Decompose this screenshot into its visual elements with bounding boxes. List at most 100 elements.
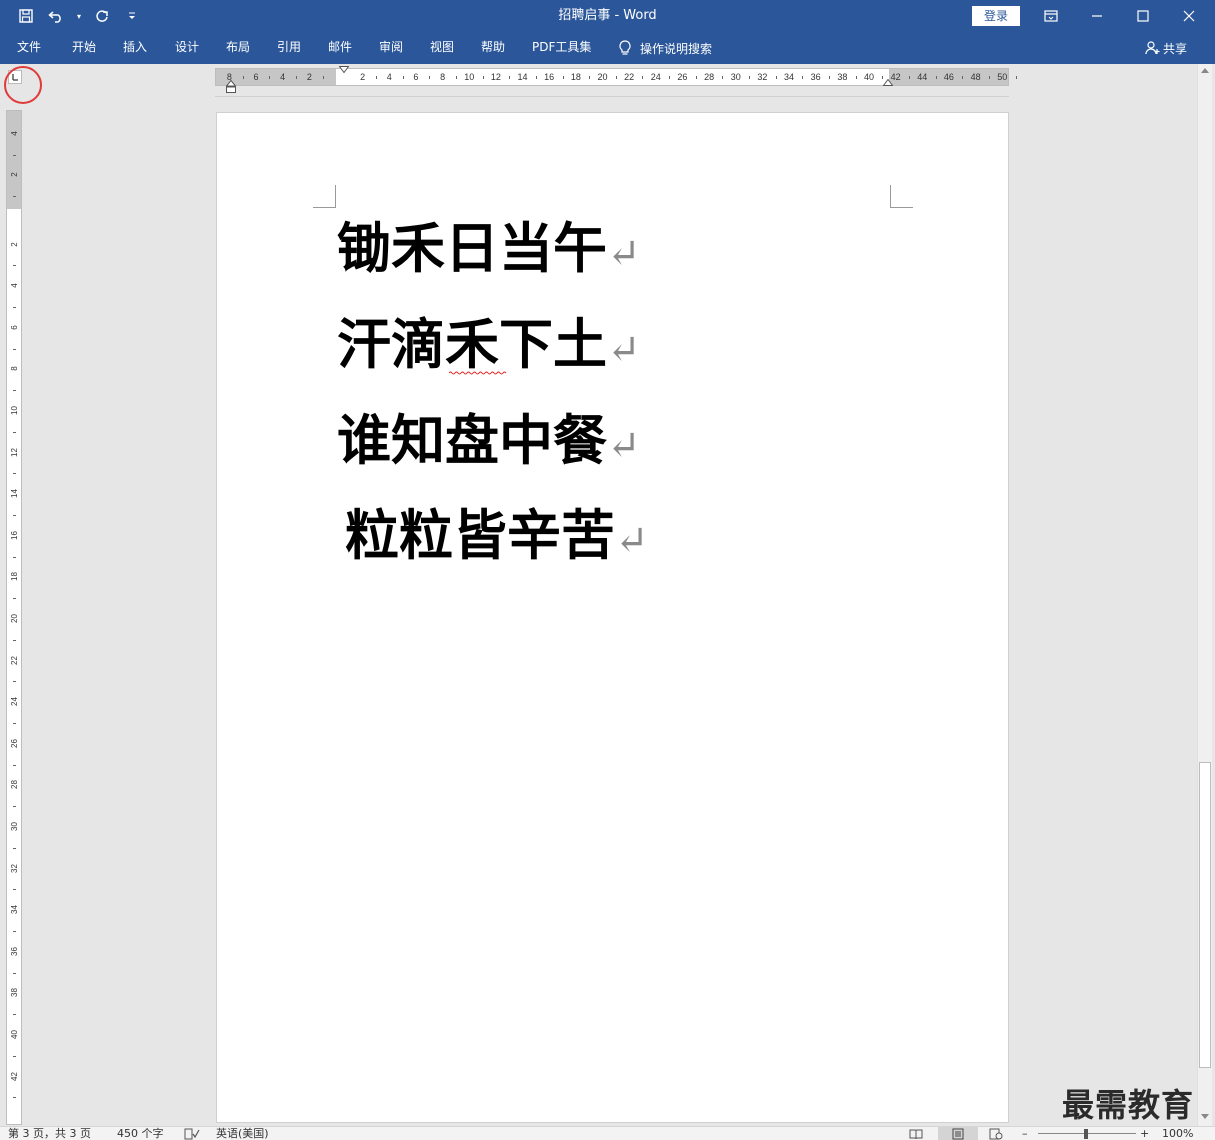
poem-line-text: 谁知盘中餐 <box>337 408 607 472</box>
vertical-scrollbar[interactable] <box>1197 64 1212 1126</box>
undo-icon <box>48 11 61 23</box>
language-indicator[interactable]: 英语(美国) <box>216 1127 269 1140</box>
customize-icon <box>129 12 135 19</box>
ruler-tick <box>13 889 16 891</box>
ruler-label: 40 <box>10 1030 19 1039</box>
ruler-label: 34 <box>10 905 19 915</box>
ruler-tick <box>13 348 16 350</box>
lightbulb-icon <box>619 40 631 55</box>
poem-line-1[interactable]: 锄禾日当午↵ <box>337 218 641 284</box>
ruler-label: 8 <box>440 72 446 82</box>
minimize-button[interactable] <box>1074 0 1120 32</box>
ruler-label: 22 <box>624 72 635 82</box>
ruler-tick <box>13 598 16 600</box>
scrollbar-thumb[interactable] <box>1199 762 1211 1068</box>
ruler-tick <box>509 76 511 79</box>
poem-line-4[interactable]: 粒粒皆辛苦↵ <box>345 505 649 571</box>
ruler-tick <box>535 76 537 79</box>
tab-mailings[interactable]: 邮件 <box>328 32 352 64</box>
ruler-tick <box>296 76 298 79</box>
spelling-error-underline <box>449 371 507 375</box>
tab-references[interactable]: 引用 <box>277 32 301 64</box>
tab-review[interactable]: 审阅 <box>379 32 403 64</box>
ruler-tick <box>13 154 16 156</box>
vertical-ruler[interactable]: 4 2 2 4 6 8 10 12 14 16 18 20 22 24 26 28 30 32 34 36 38 40 42 <box>6 110 22 1125</box>
right-indent-marker[interactable] <box>883 79 893 86</box>
ruler-tick <box>615 76 617 79</box>
ruler-tick <box>13 1014 16 1016</box>
first-line-indent-marker[interactable] <box>339 66 349 73</box>
word-count[interactable]: 450 个字 <box>117 1127 164 1140</box>
maximize-button[interactable] <box>1120 0 1166 32</box>
zoom-slider-thumb[interactable] <box>1084 1129 1088 1139</box>
tab-help[interactable]: 帮助 <box>481 32 505 64</box>
print-layout-icon[interactable] <box>938 1127 978 1140</box>
ruler-tick <box>13 681 16 683</box>
ruler-tick <box>13 639 16 641</box>
ruler-tick <box>455 76 457 79</box>
ruler-label: 14 <box>10 489 19 499</box>
ruler-tick <box>429 76 431 79</box>
ruler-label: 4 <box>280 72 286 82</box>
ruler-label: 2 <box>306 72 312 82</box>
ruler-tick <box>13 1097 16 1099</box>
ruler-label: 4 <box>386 72 392 82</box>
ribbon-display-options-button[interactable] <box>1028 0 1074 32</box>
paragraph-mark: ↵ <box>607 231 641 277</box>
poem-line-3[interactable]: 谁知盘中餐↵ <box>337 410 641 476</box>
ruler-label: 16 <box>10 530 19 540</box>
close-button[interactable] <box>1166 0 1212 32</box>
undo-dropdown[interactable]: ▾ <box>74 12 84 21</box>
ruler-tick <box>13 847 16 849</box>
tab-view[interactable]: 视图 <box>430 32 454 64</box>
ruler-tick <box>829 76 831 79</box>
ruler-tick <box>642 76 644 79</box>
ruler-tick <box>13 972 16 974</box>
ruler-tick <box>775 76 777 79</box>
proofing-icon[interactable] <box>184 1128 200 1140</box>
scroll-down-arrow-icon[interactable] <box>1201 1114 1209 1119</box>
status-bar: 第 3 页，共 3 页 450 个字 英语(美国) – + 100% <box>0 1126 1215 1140</box>
ruler-tick <box>695 76 697 79</box>
tab-pdf-tools[interactable]: PDF工具集 <box>532 32 591 64</box>
ruler-label: 2 <box>10 241 19 247</box>
zoom-level[interactable]: 100% <box>1162 1127 1193 1140</box>
poem-line-text: 汗滴禾下土 <box>337 312 607 376</box>
share-button[interactable]: 共享 <box>1145 32 1187 64</box>
ruler-tick <box>13 806 16 808</box>
ruler-label: 36 <box>10 946 19 956</box>
ruler-label: 10 <box>464 72 475 82</box>
ruler-label: 26 <box>10 738 19 748</box>
tab-file[interactable]: 文件 <box>17 32 41 64</box>
ruler-tick <box>402 76 404 79</box>
tab-insert[interactable]: 插入 <box>123 32 147 64</box>
ruler-tick <box>722 76 724 79</box>
read-mode-icon[interactable] <box>909 1128 923 1140</box>
login-button[interactable]: 登录 <box>972 6 1020 26</box>
scroll-up-arrow-icon[interactable] <box>1201 68 1209 73</box>
undo-button[interactable] <box>44 4 68 28</box>
tab-design[interactable]: 设计 <box>175 32 199 64</box>
customize-qat-button[interactable] <box>120 4 144 28</box>
ruler-tick <box>935 76 937 79</box>
tell-me-search[interactable]: 操作说明搜索 <box>618 32 712 64</box>
document-page[interactable]: 锄禾日当午↵ 汗滴禾下土↵ 谁知盘中餐↵ 粒粒皆辛苦↵ <box>216 112 1009 1123</box>
ruler-tick <box>13 723 16 724</box>
save-button[interactable] <box>14 4 38 28</box>
crop-mark-top-left <box>313 185 336 208</box>
paragraph-mark: ↵ <box>607 327 641 373</box>
share-label: 共享 <box>1163 41 1188 56</box>
web-layout-icon[interactable] <box>989 1128 1003 1140</box>
save-icon <box>19 9 33 23</box>
ribbon-display-icon <box>1044 10 1058 22</box>
ruler-label: 12 <box>490 72 501 82</box>
page-count[interactable]: 第 3 页，共 3 页 <box>8 1127 91 1140</box>
paragraph-mark: ↵ <box>615 518 649 564</box>
ruler-label: 12 <box>10 447 19 457</box>
tab-layout[interactable]: 布局 <box>226 32 250 64</box>
ruler-tick <box>908 76 910 79</box>
tab-home[interactable]: 开始 <box>72 32 96 64</box>
redo-button[interactable] <box>90 4 114 28</box>
zoom-out-button[interactable]: – <box>1022 1127 1028 1140</box>
zoom-in-button[interactable]: + <box>1140 1127 1149 1140</box>
